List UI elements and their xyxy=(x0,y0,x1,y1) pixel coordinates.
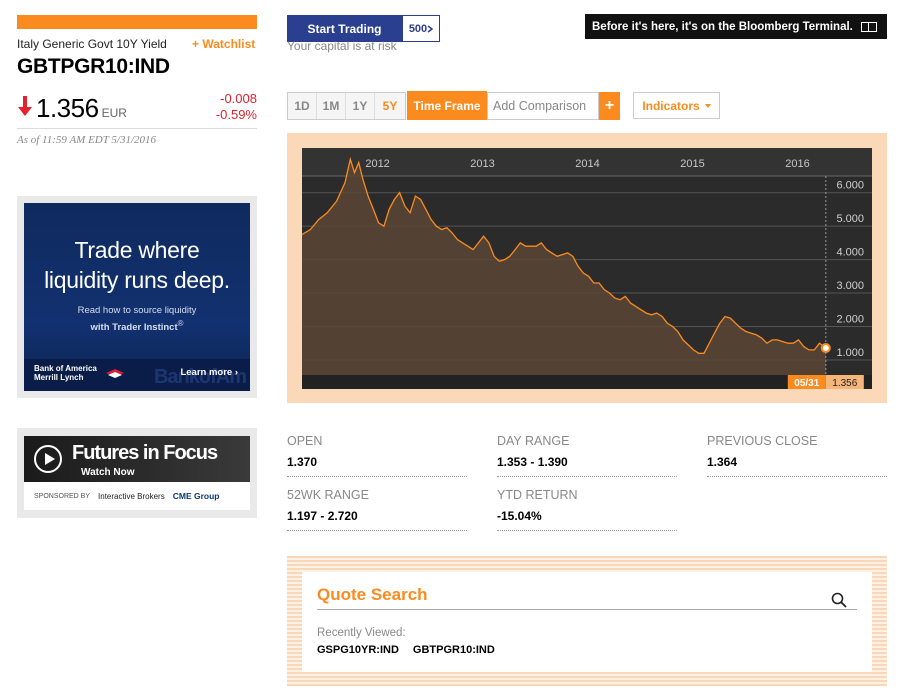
y-tick-label: 1.000 xyxy=(836,347,864,359)
range-1y-button[interactable]: 1Y xyxy=(346,93,375,119)
terminal-ad-text: Before it's here, it's on the Bloomberg … xyxy=(592,20,853,33)
price-change: -0.008 -0.59% xyxy=(190,91,257,123)
ad-product-name: with Trader Instinct xyxy=(90,322,178,334)
ad2-sponsors: SPONSORED BY Interactive Brokers CME Gro… xyxy=(24,482,250,510)
stat-label: 52WK RANGE xyxy=(287,488,369,502)
price-row: 1.356 EUR xyxy=(17,93,127,124)
last-point-marker[interactable] xyxy=(820,343,831,354)
as-of-timestamp: As of 11:59 AM EDT 5/31/2016 xyxy=(17,134,157,146)
ad-headline-line-2: liquidity runs deep. xyxy=(44,267,230,293)
x-tick-label: 2016 xyxy=(785,158,809,170)
stat-open: OPEN 1.370 xyxy=(287,434,467,477)
broker-500-badge[interactable]: 500 xyxy=(402,15,440,42)
x-tick-label: 2015 xyxy=(680,158,704,170)
stat-value: 1.197 - 2.720 xyxy=(287,509,467,531)
learn-more-link[interactable]: Learn more › xyxy=(180,367,238,378)
security-name: Italy Generic Govt 10Y Yield xyxy=(17,37,167,51)
logo-line-1: Bank of America xyxy=(34,364,97,373)
currency: EUR xyxy=(101,106,127,120)
y-tick-label: 6.000 xyxy=(836,180,864,192)
stat-ytd-return: YTD RETURN -15.04% xyxy=(497,488,677,531)
range-1m-button[interactable]: 1M xyxy=(317,93,346,119)
ad-footer: BankofAm Bank of America Merrill Lynch L… xyxy=(24,359,250,391)
last-price: 1.356 xyxy=(36,93,99,123)
range-1d-button[interactable]: 1D xyxy=(288,93,317,119)
add-comparison-button[interactable]: + xyxy=(599,92,620,120)
sponsor-interactive-brokers: Interactive Brokers xyxy=(98,491,165,501)
time-range-selector: 1D 1M 1Y 5Y xyxy=(287,92,406,120)
ad-subtext-line-2: with Trader Instinct® xyxy=(24,317,250,334)
ad-headline-line-1: Trade where xyxy=(74,237,200,263)
stat-label: DAY RANGE xyxy=(497,434,570,448)
change-percent: -0.59% xyxy=(215,107,257,122)
marker-date-label: 05/31 xyxy=(794,378,819,389)
recently-viewed-label: Recently Viewed: xyxy=(317,627,406,639)
sponsored-by-label: SPONSORED BY xyxy=(34,492,91,500)
ad-bank-of-america[interactable]: Trade where liquidity runs deep. Read ho… xyxy=(17,196,257,398)
x-tick-label: 2013 xyxy=(470,158,494,170)
bofa-flag-icon xyxy=(106,369,124,378)
chevron-right-icon xyxy=(427,24,434,33)
indicators-label: Indicators xyxy=(642,98,700,113)
x-tick-label: 2012 xyxy=(365,158,389,170)
change-value: -0.008 xyxy=(220,91,257,106)
capital-risk-note: Your capital is at risk xyxy=(287,39,397,53)
ad-headline: Trade where liquidity runs deep. xyxy=(24,235,250,295)
stat-value: -15.04% xyxy=(497,509,677,531)
sponsor-cme-group: CME Group xyxy=(172,491,220,501)
stat-day-range: DAY RANGE 1.353 - 1.390 xyxy=(497,434,677,477)
badge-text: 500 xyxy=(408,22,428,35)
stat-label: YTD RETURN xyxy=(497,488,578,502)
y-tick-label: 5.000 xyxy=(836,213,864,225)
quote-search-title: Quote Search xyxy=(317,585,428,604)
ad-banner: Trade where liquidity runs deep. Read ho… xyxy=(24,203,250,391)
divider xyxy=(17,128,257,129)
add-to-watchlist-button[interactable]: + Watchlist xyxy=(192,37,255,51)
bloomberg-terminal-ad[interactable]: Before it's here, it's on the Bloomberg … xyxy=(585,14,887,39)
date-axis-band xyxy=(302,375,872,389)
add-comparison-input[interactable]: Add Comparison xyxy=(487,92,599,120)
ad2-title: Futures in Focus xyxy=(72,442,218,464)
trademark-icon: ® xyxy=(177,319,184,328)
recent-link[interactable]: GBTPGR10:IND xyxy=(413,644,495,656)
stat-value: 1.370 xyxy=(287,455,467,477)
y-tick-label: 3.000 xyxy=(836,280,864,292)
y-tick-label: 4.000 xyxy=(836,247,864,259)
stat-value: 1.364 xyxy=(707,455,887,477)
stat-52wk-range: 52WK RANGE 1.197 - 2.720 xyxy=(287,488,467,531)
indicators-dropdown[interactable]: Indicators xyxy=(633,92,720,119)
time-frame-button[interactable]: Time Frame xyxy=(407,91,487,120)
recently-viewed-list: GSPG10YR:IND GBTPGR10:IND xyxy=(317,644,495,656)
recent-link[interactable]: GSPG10YR:IND xyxy=(317,644,399,656)
caret-down-icon xyxy=(704,103,711,108)
x-tick-label: 2014 xyxy=(575,158,599,170)
ad2-banner: Futures in Focus Watch Now xyxy=(24,436,250,482)
ticker-symbol: GBTPGR10:IND xyxy=(17,55,170,78)
quote-search-panel: Quote Search Recently Viewed: GSPG10YR:I… xyxy=(287,556,887,686)
stat-value: 1.353 - 1.390 xyxy=(497,455,677,477)
price-chart-frame: 6.000 5.000 4.000 3.000 2.000 1.000 2012 2013 20… xyxy=(287,133,887,403)
header-accent-bar xyxy=(17,15,257,29)
watch-now-link[interactable]: Watch Now xyxy=(81,467,135,478)
stat-label: PREVIOUS CLOSE xyxy=(707,434,818,448)
ad-subtext-line-1: Read how to source liquidity xyxy=(77,305,197,316)
ad-subtext: Read how to source liquidity with Trader… xyxy=(24,304,250,334)
stat-label: OPEN xyxy=(287,434,323,448)
ad-futures-in-focus[interactable]: Futures in Focus Watch Now SPONSORED BY … xyxy=(17,428,257,518)
marker-value-label: 1.356 xyxy=(832,378,857,389)
search-icon[interactable] xyxy=(831,592,847,608)
arrow-down-icon xyxy=(18,96,32,116)
play-icon[interactable] xyxy=(34,445,62,473)
quote-search-box: Quote Search Recently Viewed: GSPG10YR:I… xyxy=(302,572,872,672)
price-chart[interactable]: 6.000 5.000 4.000 3.000 2.000 1.000 2012 2013 20… xyxy=(302,148,872,389)
terminal-keyboard-icon xyxy=(860,21,877,32)
logo-line-2: Merrill Lynch xyxy=(34,373,84,382)
start-trading-button[interactable]: Start Trading xyxy=(287,15,402,42)
range-5y-button[interactable]: 5Y xyxy=(375,93,405,119)
stat-previous-close: PREVIOUS CLOSE 1.364 xyxy=(707,434,887,477)
bofa-logo: Bank of America Merrill Lynch xyxy=(34,364,97,382)
y-tick-label: 2.000 xyxy=(836,314,864,326)
